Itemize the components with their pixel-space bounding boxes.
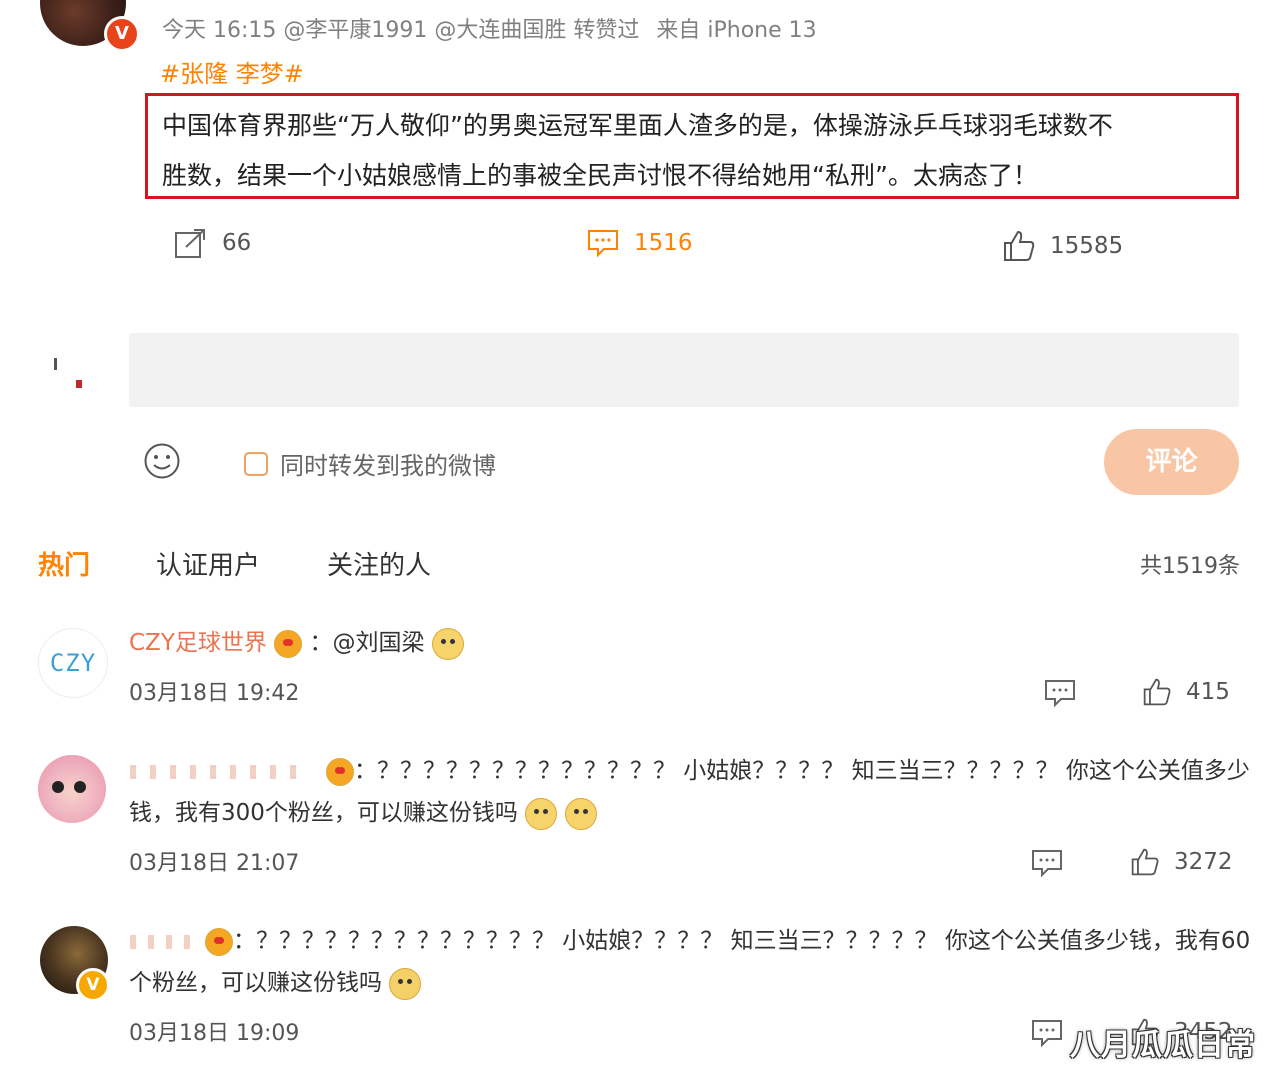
fan-badge-icon	[326, 757, 354, 786]
watermark: 八月瓜瓜日常	[1070, 1028, 1256, 1063]
tab-hot[interactable]: 热门	[38, 545, 90, 582]
comment-like-button[interactable]: 3272	[1130, 847, 1233, 877]
repost-icon	[175, 229, 205, 258]
comment-body-line1: ：？？？？？？？？？？？？？ 小姑娘？？？？ 知三当三？？？？？ 你这个公关值多…	[354, 758, 1250, 784]
post-meta: 今天 16:15 @李平康1991 @大连曲国胜 转赞过 来自 iPhone 1…	[162, 12, 817, 44]
comment-body-line2: 钱，我有300个粉丝，可以赚这份钱吗	[129, 800, 518, 826]
comment-like-count: 415	[1186, 679, 1230, 705]
post-source: 来自 iPhone 13	[656, 18, 817, 43]
comment-username[interactable]: CZY足球世界	[129, 630, 267, 656]
repost-count: 66	[222, 230, 252, 256]
comment-content-line2: 个粉丝，可以赚这份钱吗	[129, 962, 422, 1004]
comment-body-line2: 个粉丝，可以赚这份钱吗	[129, 970, 382, 996]
emoji-picker-icon[interactable]	[143, 442, 181, 480]
comment-like-button[interactable]: 415	[1142, 677, 1230, 707]
doge-emoji-icon	[431, 627, 464, 660]
comment-username-blurred[interactable]	[130, 765, 300, 779]
post-meta-text: 今天 16:15 @李平康1991 @大连曲国胜 转赞过	[162, 18, 640, 43]
repost-checkbox-row[interactable]: 同时转发到我的微博	[244, 446, 496, 481]
comment-body: ：@刘国梁	[309, 630, 425, 656]
like-count: 15585	[1050, 233, 1124, 259]
comment-content-line2: 钱，我有300个粉丝，可以赚这份钱吗	[129, 792, 597, 834]
verified-badge-icon: V	[76, 968, 110, 1002]
comment-avatar[interactable]	[38, 755, 106, 823]
fan-badge-icon	[274, 629, 303, 658]
post-body-line2: 胜数，结果一个小姑娘感情上的事被全民声讨恨不得给她用“私刑”。太病态了！	[162, 161, 1038, 190]
pleading-emoji-icon	[389, 967, 422, 1000]
repost-checkbox-label: 同时转发到我的微博	[280, 452, 496, 480]
comment-time: 03月18日 19:42	[129, 681, 300, 706]
comment-input[interactable]	[129, 333, 1239, 407]
comment-reply-icon[interactable]	[1031, 848, 1063, 878]
repost-button[interactable]: 66	[174, 227, 251, 259]
comment-total: 共1519条	[1140, 554, 1240, 579]
thumbs-up-icon	[1143, 678, 1171, 706]
comment-time: 03月18日 21:07	[129, 851, 300, 876]
verified-badge-icon: V	[104, 16, 140, 52]
comment-body-line1: ：？？？？？？？？？？？？？ 小姑娘？？？？ 知三当三？？？？？ 你这个公关值多…	[233, 928, 1251, 954]
comment-content: ：？？？？？？？？？？？？？ 小姑娘？？？？ 知三当三？？？？？ 你这个公关值多…	[205, 920, 1250, 962]
comment-button[interactable]: 1516	[586, 227, 693, 259]
comment-username-blurred[interactable]	[130, 935, 200, 949]
tab-verified-users[interactable]: 认证用户	[156, 545, 260, 582]
avatar-logo-text: CZY	[49, 649, 97, 677]
post-body-highlight: 中国体育界那些“万人敬仰”的男奥运冠军里面人渣多的是，体操游泳乒乓球羽毛球数不 …	[145, 93, 1239, 199]
thumbs-up-icon	[1131, 848, 1159, 876]
fan-badge-icon	[205, 927, 233, 956]
comment-avatar[interactable]: CZY	[38, 628, 108, 698]
post-hashtag[interactable]: #张隆 李梦#	[160, 54, 304, 89]
comment-content: CZY足球世界 ：@刘国梁	[129, 622, 464, 664]
comment-count: 1516	[634, 230, 693, 256]
comment-time: 03月18日 19:09	[129, 1021, 300, 1046]
like-button[interactable]: 15585	[1002, 229, 1123, 263]
thumbs-up-icon	[1004, 230, 1035, 261]
comment-reply-icon[interactable]	[1044, 678, 1076, 708]
post-body-line1: 中国体育界那些“万人敬仰”的男奥运冠军里面人渣多的是，体操游泳乒乓球羽毛球数不	[162, 111, 1113, 140]
current-user-avatar	[48, 350, 94, 396]
comment-content: ：？？？？？？？？？？？？？ 小姑娘？？？？ 知三当三？？？？？ 你这个公关值多…	[326, 750, 1250, 792]
tab-following[interactable]: 关注的人	[327, 545, 431, 582]
comment-reply-icon[interactable]	[1031, 1018, 1063, 1048]
comment-icon	[588, 230, 618, 258]
comment-like-count: 3272	[1174, 849, 1233, 875]
doge-emoji-icon	[564, 797, 597, 830]
submit-comment-button[interactable]: 评论	[1104, 429, 1239, 495]
repost-checkbox[interactable]	[244, 451, 268, 476]
doge-emoji-icon	[525, 797, 558, 830]
